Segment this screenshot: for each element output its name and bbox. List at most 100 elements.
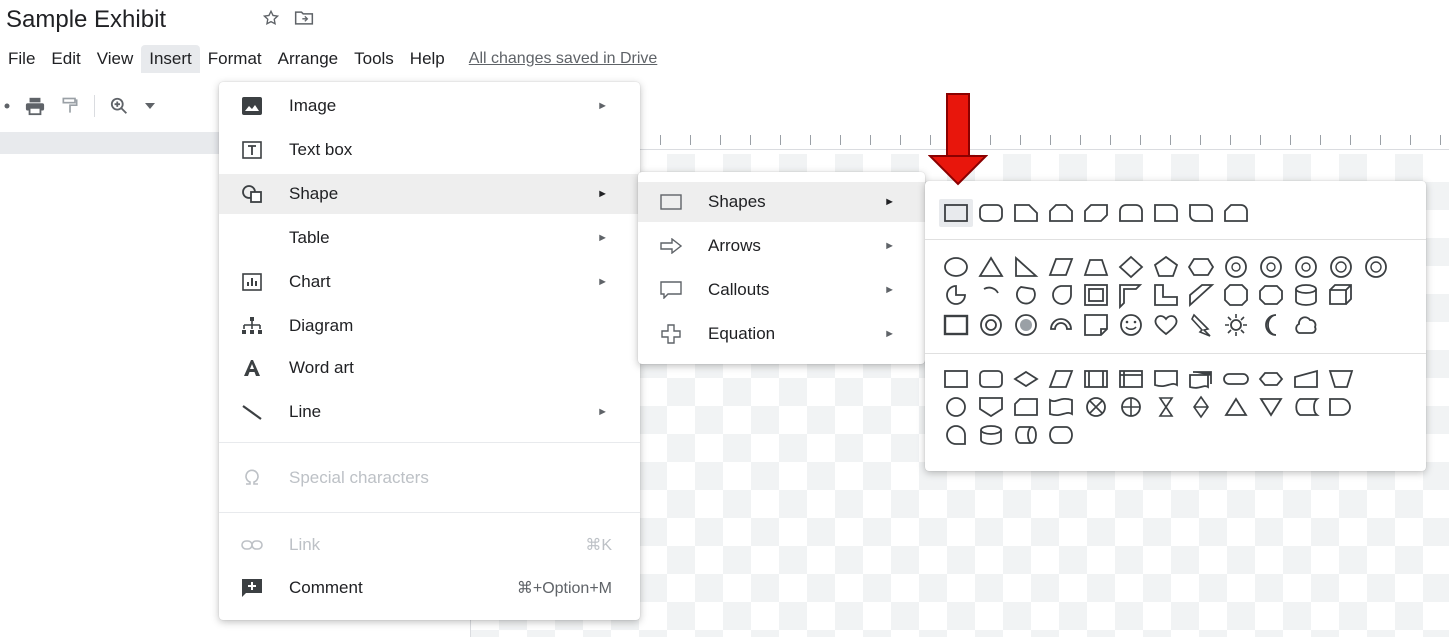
flowchart-stored-data-shape-icon[interactable] — [1289, 393, 1323, 421]
can-shape-icon[interactable] — [1289, 281, 1323, 309]
menu-insert[interactable]: Insert — [141, 45, 200, 73]
round-snip-rectangle-shape-icon[interactable] — [1219, 199, 1253, 227]
folded-corner-shape-icon[interactable] — [1079, 311, 1113, 339]
menu-edit[interactable]: Edit — [43, 45, 88, 73]
flowchart-collate-shape-icon[interactable] — [1149, 393, 1183, 421]
teardrop-shape-icon[interactable] — [1044, 281, 1078, 309]
flowchart-data-shape-icon[interactable] — [1044, 365, 1078, 393]
insert-table-item[interactable]: Table ► — [219, 218, 640, 258]
heart-shape-icon[interactable] — [1149, 311, 1183, 339]
flowchart-terminator-shape-icon[interactable] — [1219, 365, 1253, 393]
donut-shape-icon[interactable] — [974, 311, 1008, 339]
flowchart-decision-shape-icon[interactable] — [1009, 365, 1043, 393]
insert-shape-item[interactable]: Shape ► — [219, 174, 640, 214]
flowchart-merge-shape-icon[interactable] — [1254, 393, 1288, 421]
octagon-shape-icon[interactable] — [1254, 253, 1288, 281]
flowchart-process-shape-icon[interactable] — [939, 365, 973, 393]
menu-file[interactable]: File — [0, 45, 43, 73]
flowchart-sort-shape-icon[interactable] — [1184, 393, 1218, 421]
flowchart-display-shape-icon[interactable] — [1044, 421, 1078, 449]
sun-shape-icon[interactable] — [1219, 311, 1253, 339]
paint-format-icon[interactable] — [60, 96, 80, 116]
flowchart-extract-shape-icon[interactable] — [1219, 393, 1253, 421]
l-shape-icon[interactable] — [1149, 281, 1183, 309]
flowchart-direct-access-storage-shape-icon[interactable] — [1009, 421, 1043, 449]
snip-same-side-rectangle-shape-icon[interactable] — [1044, 199, 1078, 227]
flowchart-manual-input-shape-icon[interactable] — [1289, 365, 1323, 393]
flowchart-predefined-process-shape-icon[interactable] — [1079, 365, 1113, 393]
flowchart-multidocument-shape-icon[interactable] — [1184, 365, 1218, 393]
flowchart-magnetic-disk-shape-icon[interactable] — [974, 421, 1008, 449]
flowchart-card-shape-icon[interactable] — [1009, 393, 1043, 421]
oval-shape-icon[interactable] — [939, 253, 973, 281]
flowchart-internal-storage-shape-icon[interactable] — [1114, 365, 1148, 393]
insert-link-item[interactable]: Link ⌘K — [219, 525, 640, 565]
menu-view[interactable]: View — [89, 45, 142, 73]
undo-icon[interactable] — [4, 103, 10, 109]
shape-callouts-item[interactable]: Callouts ► — [638, 270, 925, 310]
chord-shape-icon[interactable] — [1009, 281, 1043, 309]
half-frame-shape-icon[interactable] — [1114, 281, 1148, 309]
cube-shape-icon[interactable] — [1324, 281, 1358, 309]
cloud-shape-icon[interactable] — [1289, 311, 1323, 339]
insert-special-characters-item[interactable]: Special characters — [219, 458, 640, 498]
plaque-shape-icon[interactable] — [1219, 281, 1253, 309]
heptagon-shape-icon[interactable] — [1219, 253, 1253, 281]
diamond-shape-icon[interactable] — [1114, 253, 1148, 281]
shape-shapes-item[interactable]: Shapes ► — [638, 182, 925, 222]
snip-corner-rectangle-shape-icon[interactable] — [1009, 199, 1043, 227]
insert-comment-item[interactable]: Comment ⌘+Option+M — [219, 568, 640, 608]
insert-image-item[interactable]: Image ► — [219, 86, 640, 126]
move-to-folder-icon[interactable] — [294, 9, 314, 27]
arc-shape-icon[interactable] — [974, 281, 1008, 309]
save-status-link[interactable]: All changes saved in Drive — [469, 50, 658, 68]
right-triangle-shape-icon[interactable] — [1009, 253, 1043, 281]
smiley-shape-icon[interactable] — [1114, 311, 1148, 339]
round-same-side-rectangle-shape-icon[interactable] — [1114, 199, 1148, 227]
insert-word-art-item[interactable]: Word art — [219, 348, 640, 388]
flowchart-summing-junction-shape-icon[interactable] — [1079, 393, 1113, 421]
flowchart-offpage-connector-shape-icon[interactable] — [974, 393, 1008, 421]
flowchart-sequential-access-storage-shape-icon[interactable] — [939, 421, 973, 449]
pie-shape-icon[interactable] — [939, 281, 973, 309]
decagon-shape-icon[interactable] — [1289, 253, 1323, 281]
hexagon-shape-icon[interactable] — [1184, 253, 1218, 281]
flowchart-or-shape-icon[interactable] — [1114, 393, 1148, 421]
star-icon[interactable] — [262, 9, 280, 27]
no-symbol-shape-icon[interactable] — [1009, 311, 1043, 339]
insert-text-box-item[interactable]: Text box — [219, 130, 640, 170]
print-icon[interactable] — [24, 96, 46, 116]
diagonal-stripe-shape-icon[interactable] — [1184, 281, 1218, 309]
flowchart-manual-operation-shape-icon[interactable] — [1324, 365, 1358, 393]
plaque-rounded-shape-icon[interactable] — [1254, 281, 1288, 309]
flowchart-document-shape-icon[interactable] — [1149, 365, 1183, 393]
lightning-bolt-shape-icon[interactable] — [1184, 311, 1218, 339]
insert-diagram-item[interactable]: Diagram — [219, 306, 640, 346]
document-title[interactable]: Sample Exhibit — [6, 6, 166, 34]
pentagon-shape-icon[interactable] — [1149, 253, 1183, 281]
rounded-rectangle-shape-icon[interactable] — [974, 199, 1008, 227]
flowchart-punched-tape-shape-icon[interactable] — [1044, 393, 1078, 421]
insert-line-item[interactable]: Line ► — [219, 392, 640, 432]
moon-shape-icon[interactable] — [1254, 311, 1288, 339]
flowchart-preparation-shape-icon[interactable] — [1254, 365, 1288, 393]
menu-arrange[interactable]: Arrange — [270, 45, 346, 73]
zoom-icon[interactable] — [109, 96, 131, 116]
parallelogram-shape-icon[interactable] — [1044, 253, 1078, 281]
flowchart-alternate-process-shape-icon[interactable] — [974, 365, 1008, 393]
menu-tools[interactable]: Tools — [346, 45, 402, 73]
flowchart-connector-shape-icon[interactable] — [939, 393, 973, 421]
triangle-shape-icon[interactable] — [974, 253, 1008, 281]
twelve-sided-shape-icon[interactable] — [1359, 253, 1393, 281]
flowchart-delay-shape-icon[interactable] — [1324, 393, 1358, 421]
zoom-dropdown-icon[interactable] — [145, 103, 155, 109]
rectangle-shape-icon[interactable] — [939, 199, 973, 227]
round-single-corner-rectangle-shape-icon[interactable] — [1149, 199, 1183, 227]
shape-arrows-item[interactable]: Arrows ► — [638, 226, 925, 266]
snip-diagonal-rectangle-shape-icon[interactable] — [1079, 199, 1113, 227]
bevel-shape-icon[interactable] — [939, 311, 973, 339]
trapezoid-shape-icon[interactable] — [1079, 253, 1113, 281]
menu-format[interactable]: Format — [200, 45, 270, 73]
dodecagon-shape-icon[interactable] — [1324, 253, 1358, 281]
insert-chart-item[interactable]: Chart ► — [219, 262, 640, 302]
